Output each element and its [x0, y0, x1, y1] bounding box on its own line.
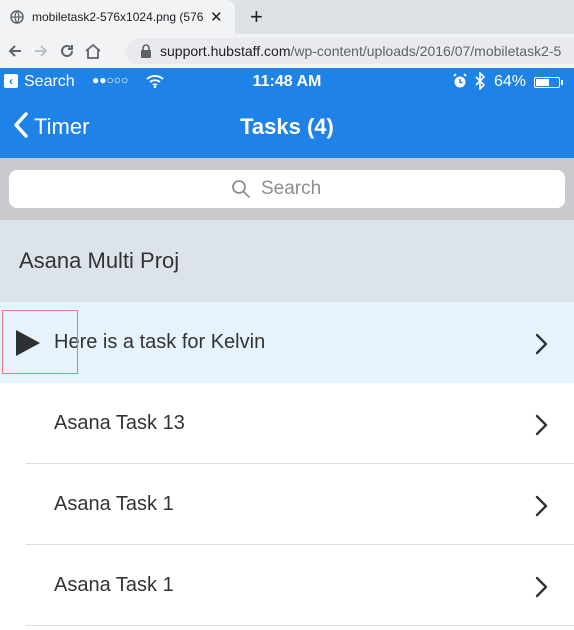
task-row[interactable]: Asana Task 1 [0, 464, 574, 545]
project-title: Asana Multi Proj [19, 248, 180, 273]
project-section-header: Asana Multi Proj [0, 220, 574, 302]
task-row[interactable]: Here is a task for Kelvin [0, 302, 574, 383]
search-bar-container [0, 158, 574, 220]
ios-status-bar: ‹ Search ●●○○○ 11:48 AM 64% [0, 68, 574, 96]
new-tab-button[interactable]: + [250, 3, 263, 31]
close-tab-icon[interactable]: ✕ [210, 10, 223, 25]
address-bar[interactable]: support.hubstaff.com/wp-content/uploads/… [126, 38, 574, 64]
url-path: /wp-content/uploads/2016/07/mobiletask2-… [290, 43, 562, 59]
browser-tab[interactable]: mobiletask2-576x1024.png (576× ✕ [0, 0, 235, 34]
bluetooth-icon [474, 71, 486, 95]
page-title: Tasks (4) [240, 114, 334, 139]
tab-title: mobiletask2-576x1024.png (576× [32, 10, 204, 24]
home-icon[interactable] [80, 43, 106, 59]
play-icon[interactable] [16, 330, 40, 356]
url-text: support.hubstaff.com/wp-content/uploads/… [160, 43, 561, 59]
task-label: Asana Task 1 [54, 493, 174, 515]
chevron-right-icon [534, 414, 548, 441]
search-field[interactable] [9, 170, 565, 208]
chevron-right-icon [534, 576, 548, 603]
task-list: Here is a task for Kelvin Asana Task 13 … [0, 302, 574, 626]
search-input[interactable] [259, 177, 343, 201]
reload-icon[interactable] [54, 43, 80, 59]
task-label: Asana Task 1 [54, 574, 174, 596]
task-row[interactable]: Asana Task 1 [0, 545, 574, 626]
chevron-right-icon [534, 495, 548, 522]
task-label: Asana Task 13 [54, 412, 185, 434]
battery-icon [534, 77, 560, 88]
app-navigation-bar: Timer Tasks (4) [0, 96, 574, 158]
url-host: support.hubstaff.com [160, 43, 291, 59]
browser-tab-strip: mobiletask2-576x1024.png (576× ✕ + [0, 0, 574, 34]
browser-toolbar: support.hubstaff.com/wp-content/uploads/… [0, 34, 574, 68]
forward-arrow-icon[interactable] [28, 43, 54, 59]
globe-icon [10, 10, 24, 24]
search-icon [231, 179, 251, 199]
back-arrow-icon[interactable] [2, 43, 28, 59]
alarm-icon [452, 73, 468, 94]
lock-icon [141, 44, 151, 58]
battery-tip [561, 80, 563, 85]
battery-percentage: 64% [494, 73, 527, 90]
task-label: Here is a task for Kelvin [54, 331, 266, 353]
clock: 11:48 AM [252, 73, 322, 90]
chevron-right-icon [534, 333, 548, 360]
task-row[interactable]: Asana Task 13 [0, 383, 574, 464]
row-divider [26, 625, 574, 626]
